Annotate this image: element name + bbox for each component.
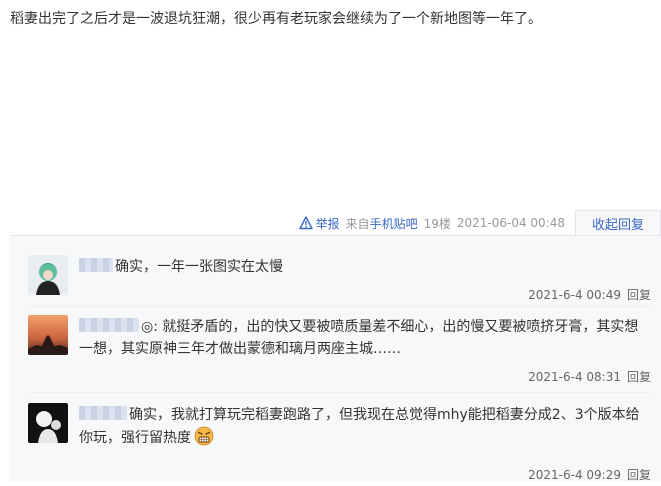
- list-item: 确实，一年一张图实在太慢 2021-6-4 00:49 回复: [10, 236, 661, 303]
- reply-footer: 2021-6-4 00:49 回复: [528, 284, 651, 306]
- reply-content: ◎: 就挺矛盾的，出的快又要被喷质量差不细心，出的慢又要被喷挤牙膏，其实想一想，…: [79, 316, 651, 360]
- avatar[interactable]: [28, 255, 68, 295]
- username[interactable]: [79, 406, 127, 420]
- reply-button[interactable]: 回复: [627, 284, 651, 306]
- reply-content: 确实，我就打算玩完稻妻跑路了，但我现在总觉得mhy能把稻妻分成2、3个版本给你玩…: [79, 404, 651, 449]
- username[interactable]: [79, 318, 139, 332]
- source-link[interactable]: 手机贴吧: [370, 217, 418, 231]
- source-prefix: 来自: [345, 216, 370, 231]
- avatar-image: [28, 315, 68, 355]
- post-meta-info: 举报 来自手机贴吧 19楼 2021-06-04 00:48: [298, 210, 565, 236]
- reply-footer: 2021-6-4 08:31 回复: [528, 366, 651, 388]
- avatar[interactable]: [28, 315, 68, 355]
- floor-number: 19楼: [423, 216, 451, 231]
- reply-button[interactable]: 回复: [627, 464, 651, 486]
- avatar-image: [28, 403, 68, 443]
- list-item: 确实，我就打算玩完稻妻跑路了，但我现在总觉得mhy能把稻妻分成2、3个版本给你玩…: [10, 393, 661, 483]
- source-info: 来自手机贴吧: [346, 215, 418, 232]
- post-content: 稻妻出完了之后才是一波退坑狂潮，很少再有老玩家会继续为了一个新地图等一年了。: [10, 11, 542, 27]
- username[interactable]: [79, 258, 113, 272]
- reply-button[interactable]: 回复: [627, 366, 651, 388]
- reply-time: 2021-6-4 00:49: [528, 288, 621, 302]
- reply-text: ◎: 就挺矛盾的，出的快又要被喷质量差不细心，出的慢又要被喷挤牙膏，其实想一想，…: [79, 319, 639, 357]
- reply-time: 2021-6-4 09:29: [528, 468, 621, 482]
- angry-emoji-icon: [194, 426, 214, 446]
- reply-footer: 2021-6-4 09:29 回复: [528, 464, 651, 486]
- reply-text: 确实，我就打算玩完稻妻跑路了，但我现在总觉得mhy能把稻妻分成2、3个版本给你玩…: [79, 407, 640, 446]
- avatar[interactable]: [28, 403, 68, 443]
- reply-text: 确实，一年一张图实在太慢: [115, 259, 283, 275]
- reply-content: 确实，一年一张图实在太慢: [79, 256, 651, 278]
- reply-time: 2021-6-4 08:31: [528, 370, 621, 384]
- report-label: 举报: [315, 216, 340, 231]
- list-item: ◎: 就挺矛盾的，出的快又要被喷质量差不细心，出的慢又要被喷挤牙膏，其实想一想，…: [10, 307, 661, 389]
- reply-list: 确实，一年一张图实在太慢 2021-6-4 00:49 回复 ◎: 就挺矛盾的，…: [10, 235, 661, 482]
- report-button[interactable]: 举报: [298, 215, 340, 232]
- post-timestamp: 2021-06-04 00:48: [456, 216, 565, 230]
- warning-icon: [298, 216, 313, 230]
- collapse-replies-button[interactable]: 收起回复: [575, 210, 661, 236]
- avatar-image: [28, 255, 68, 295]
- post-meta-bar: 举报 来自手机贴吧 19楼 2021-06-04 00:48 收起回复: [0, 210, 661, 236]
